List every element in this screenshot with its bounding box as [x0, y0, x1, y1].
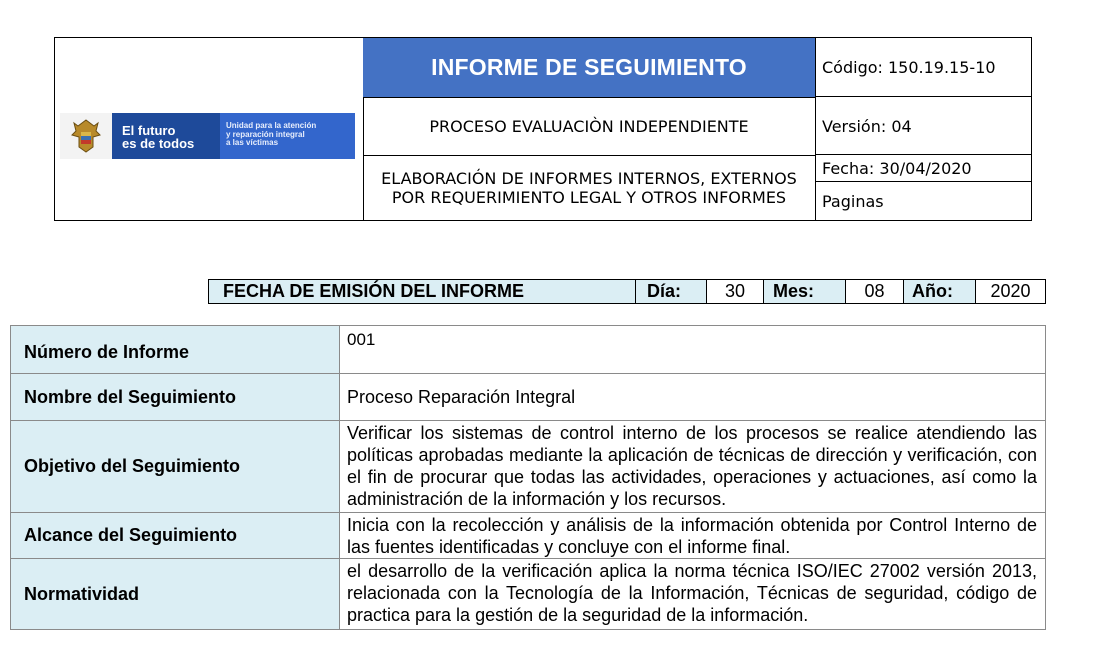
brand-line-2: es de todos [122, 136, 195, 151]
process-name: PROCESO EVALUACIÒN INDEPENDIENTE [363, 98, 815, 156]
document-date: Fecha: 30/04/2020 [816, 156, 1031, 182]
document-code: Código: 150.19.15-10 [816, 38, 1031, 97]
document-header: El futuro es de todos Unidad para la ate… [54, 37, 1032, 221]
info-row-scope: Alcance del Seguimiento Inicia con la re… [11, 513, 1045, 559]
info-label: Normatividad [11, 559, 340, 629]
emission-label: FECHA DE EMISIÓN DEL INFORME [209, 280, 636, 303]
year-label: Año: [904, 280, 976, 303]
header-middle: INFORME DE SEGUIMIENTO PROCESO EVALUACIÒ… [363, 38, 816, 220]
info-value: el desarrollo de la verificación aplica … [347, 561, 1037, 625]
report-title-cell: INFORME DE SEGUIMIENTO [363, 38, 815, 98]
day-value: 30 [707, 280, 764, 303]
logo-cell: El futuro es de todos Unidad para la ate… [55, 38, 364, 220]
emission-date-row: FECHA DE EMISIÓN DEL INFORME Día: 30 Mes… [208, 279, 1046, 304]
document-pages: Paginas [822, 192, 884, 211]
unit-name: Unidad para la atención y reparación int… [220, 113, 355, 159]
info-value: 001 [347, 330, 376, 349]
info-label: Objetivo del Seguimiento [11, 421, 340, 512]
year-value: 2020 [990, 281, 1031, 301]
info-value: Proceso Reparación Integral [347, 387, 576, 407]
coat-of-arms-icon [60, 113, 112, 159]
info-row-name: Nombre del Seguimiento Proceso Reparació… [11, 374, 1045, 421]
info-row-regulation: Normatividad el desarrollo de la verific… [11, 559, 1045, 629]
document-version: Versión: 04 [816, 98, 1031, 155]
institution-logo: El futuro es de todos Unidad para la ate… [60, 113, 355, 159]
info-row-objective: Objetivo del Seguimiento Verificar los s… [11, 421, 1045, 513]
info-value: Inicia con la recolección y análisis de … [347, 515, 1037, 557]
info-label: Número de Informe [11, 326, 340, 373]
info-row-number: Número de Informe 001 [11, 326, 1045, 374]
brand-tagline: El futuro es de todos [112, 113, 220, 159]
month-label: Mes: [764, 280, 846, 303]
day-label: Día: [636, 280, 707, 303]
info-label: Nombre del Seguimiento [11, 374, 340, 420]
unit-line-3: a las víctimas [226, 138, 279, 147]
info-label: Alcance del Seguimiento [11, 513, 340, 558]
report-title: INFORME DE SEGUIMIENTO [431, 54, 747, 80]
month-value: 08 [846, 280, 904, 303]
info-value: Verificar los sistemas de control intern… [347, 423, 1037, 509]
elaboration-description: ELABORACIÓN DE INFORMES INTERNOS, EXTERN… [381, 169, 797, 207]
report-info-table: Número de Informe 001 Nombre del Seguimi… [10, 325, 1046, 630]
header-meta: Código: 150.19.15-10 Versión: 04 Fecha: … [816, 38, 1031, 220]
